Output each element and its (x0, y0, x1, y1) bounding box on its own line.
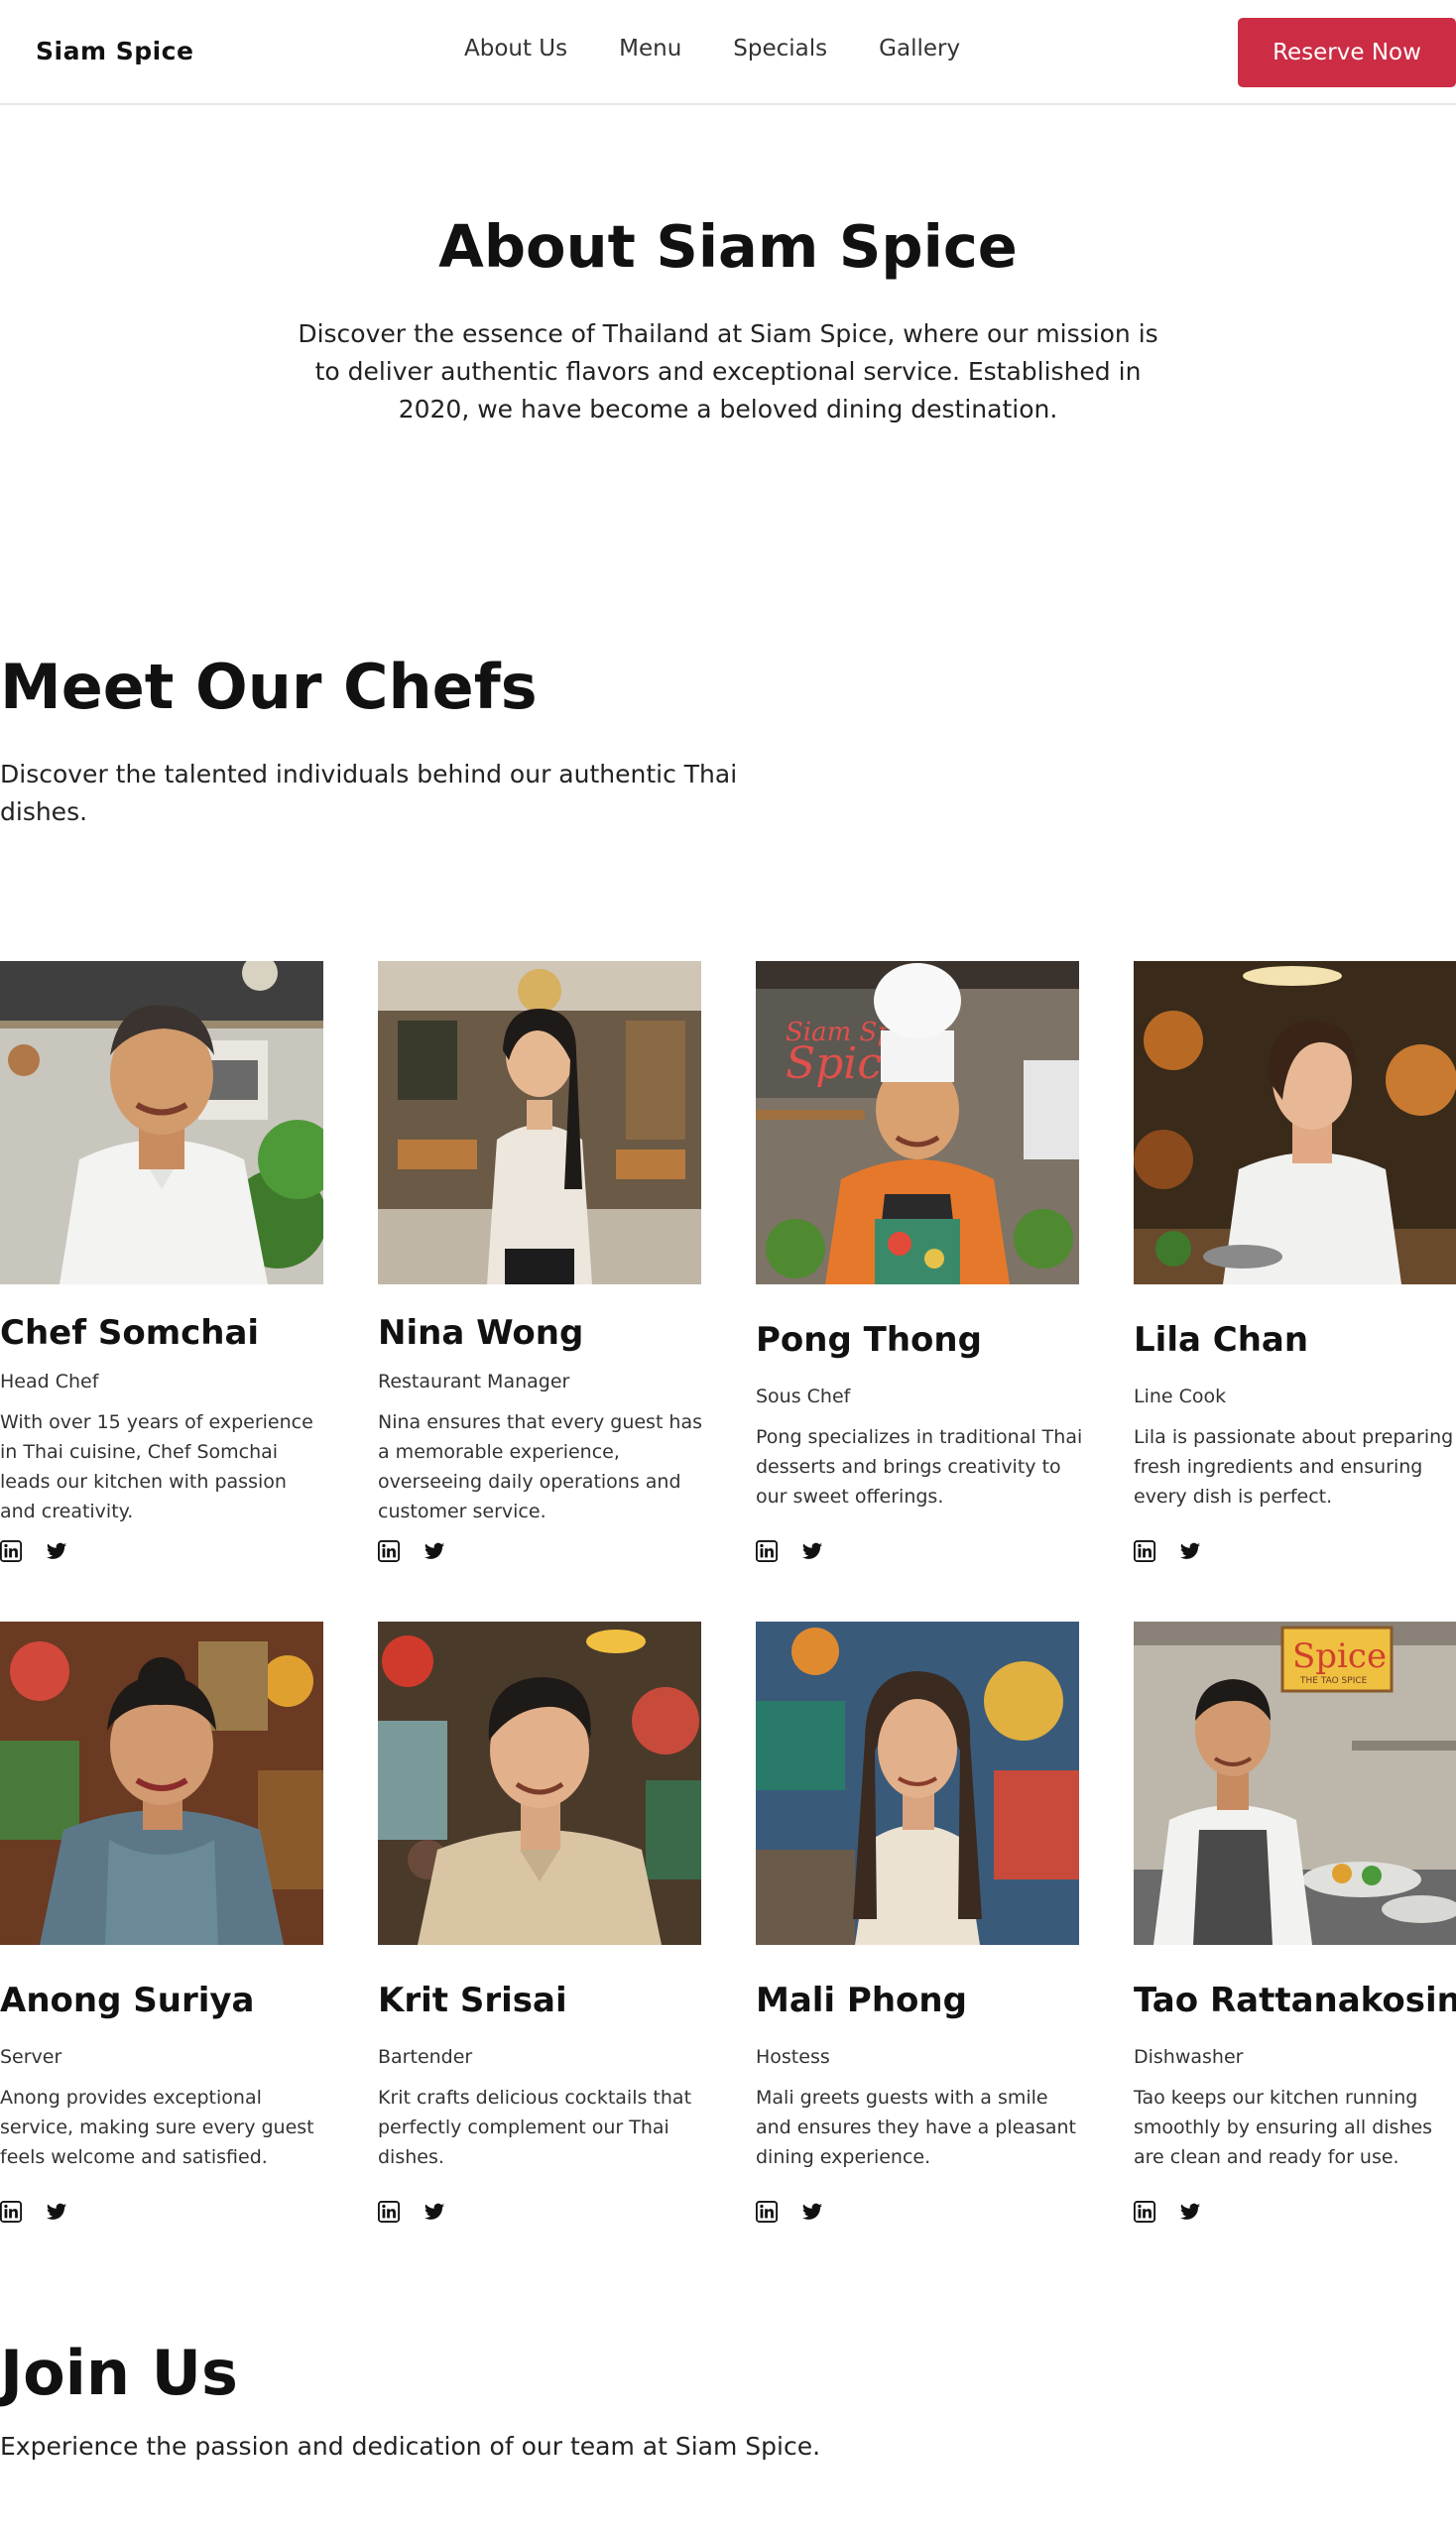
team-bio: Pong specializes in traditional Thai des… (756, 1426, 1083, 1508)
team-card-somchai: Chef Somchai Head Chef With over 15 year… (0, 961, 323, 1562)
twitter-icon[interactable] (1179, 1540, 1201, 1562)
twitter-icon[interactable] (46, 2201, 67, 2223)
social-links (378, 2201, 445, 2223)
team-card-lila: Lila Chan Line Cook Lila is passionate a… (1134, 961, 1456, 1562)
team-name: Mali Phong (756, 1981, 967, 2020)
manager-portrait-image (378, 961, 701, 1284)
social-links (378, 1540, 445, 1562)
team-name: Pong Thong (756, 1320, 982, 1360)
sous-chef-portrait-image: Siam Spice Spice (756, 961, 1079, 1284)
team-name: Nina Wong (378, 1313, 584, 1353)
team-role: Bartender (378, 2046, 473, 2068)
sign-line-2: THE TAO SPICE (1299, 1676, 1368, 1686)
social-links (0, 2201, 67, 2223)
team-photo-tao: Spice THE TAO SPICE (1134, 1622, 1456, 1945)
linkedin-icon[interactable] (378, 2201, 400, 2223)
twitter-icon[interactable] (801, 1540, 823, 1562)
team-bio: Anong provides exceptional service, maki… (0, 2087, 314, 2168)
team-bio: Krit crafts delicious cocktails that per… (378, 2087, 692, 2168)
chefs-section-title: Meet Our Chefs (0, 651, 538, 723)
dishwasher-portrait-image: Spice THE TAO SPICE (1134, 1622, 1456, 1945)
team-photo-pong: Siam Spice Spice (756, 961, 1079, 1284)
team-role: Restaurant Manager (378, 1371, 570, 1392)
hostess-portrait-image (756, 1622, 1079, 1945)
chef-portrait-image (0, 961, 323, 1284)
join-section-text: Experience the passion and dedication of… (0, 2432, 821, 2461)
team-photo-nina (378, 961, 701, 1284)
social-links (1134, 1540, 1201, 1562)
sign-line-1: Spice (1292, 1636, 1387, 1676)
team-photo-somchai (0, 961, 323, 1284)
twitter-icon[interactable] (424, 1540, 445, 1562)
social-links (756, 2201, 823, 2223)
about-title: About Siam Spice (438, 212, 1018, 281)
line-cook-portrait-image (1134, 961, 1456, 1284)
team-bio: Lila is passionate about preparing fresh… (1134, 1426, 1454, 1508)
team-photo-krit (378, 1622, 701, 1945)
nav-link-specials[interactable]: Specials (733, 36, 827, 61)
twitter-icon[interactable] (424, 2201, 445, 2223)
about-description: Discover the essence of Thailand at Siam… (298, 319, 1158, 423)
reserve-now-button[interactable]: Reserve Now (1238, 18, 1456, 87)
team-name: Krit Srisai (378, 1981, 567, 2020)
team-role: Dishwasher (1134, 2046, 1244, 2068)
social-links (0, 1540, 67, 1562)
nav-link-about[interactable]: About Us (464, 36, 567, 61)
linkedin-icon[interactable] (378, 1540, 400, 1562)
team-photo-mali (756, 1622, 1079, 1945)
bartender-portrait-image (378, 1622, 701, 1945)
team-photo-lila (1134, 961, 1456, 1284)
social-links (756, 1540, 823, 1562)
twitter-icon[interactable] (801, 2201, 823, 2223)
nav-link-gallery[interactable]: Gallery (879, 36, 960, 61)
team-card-pong: Siam Spice Spice Pong Thong Sous Chef Po… (756, 961, 1082, 1562)
chefs-section-subtitle: Discover the talented individuals behind… (0, 760, 738, 826)
linkedin-icon[interactable] (0, 2201, 22, 2223)
team-photo-anong (0, 1622, 323, 1945)
twitter-icon[interactable] (46, 1540, 67, 1562)
team-name: Anong Suriya (0, 1981, 255, 2020)
team-card-krit: Krit Srisai Bartender Krit crafts delici… (378, 1622, 701, 2223)
team-card-mali: Mali Phong Hostess Mali greets guests wi… (756, 1622, 1079, 2223)
team-name: Tao Rattanakosin (1134, 1981, 1456, 2020)
team-bio: With over 15 years of experience in Thai… (0, 1411, 313, 1522)
linkedin-icon[interactable] (756, 2201, 778, 2223)
team-role: Hostess (756, 2046, 830, 2068)
nav-link-menu[interactable]: Menu (619, 36, 681, 61)
linkedin-icon[interactable] (1134, 1540, 1155, 1562)
team-card-anong: Anong Suriya Server Anong provides excep… (0, 1622, 323, 2223)
join-section-title: Join Us (0, 2337, 238, 2409)
twitter-icon[interactable] (1179, 2201, 1201, 2223)
team-name: Chef Somchai (0, 1313, 260, 1353)
team-card-nina: Nina Wong Restaurant Manager Nina ensure… (378, 961, 702, 1562)
team-role: Head Chef (0, 1371, 99, 1392)
main-nav: About Us Menu Specials Gallery (464, 36, 960, 61)
brand-logo[interactable]: Siam Spice (36, 37, 193, 65)
team-bio: Tao keeps our kitchen running smoothly b… (1134, 2087, 1433, 2168)
team-role: Line Cook (1134, 1386, 1227, 1407)
team-role: Sous Chef (756, 1386, 851, 1407)
top-navbar: Siam Spice About Us Menu Specials Galler… (0, 0, 1456, 105)
linkedin-icon[interactable] (0, 1540, 22, 1562)
linkedin-icon[interactable] (756, 1540, 778, 1562)
team-bio: Mali greets guests with a smile and ensu… (756, 2087, 1076, 2168)
server-portrait-image (0, 1622, 323, 1945)
team-card-tao: Spice THE TAO SPICE Tao Rattanakosin Dis… (1134, 1622, 1456, 2223)
linkedin-icon[interactable] (1134, 2201, 1155, 2223)
team-bio: Nina ensures that every guest has a memo… (378, 1411, 703, 1522)
social-links (1134, 2201, 1201, 2223)
team-role: Server (0, 2046, 62, 2068)
team-name: Lila Chan (1134, 1320, 1309, 1360)
